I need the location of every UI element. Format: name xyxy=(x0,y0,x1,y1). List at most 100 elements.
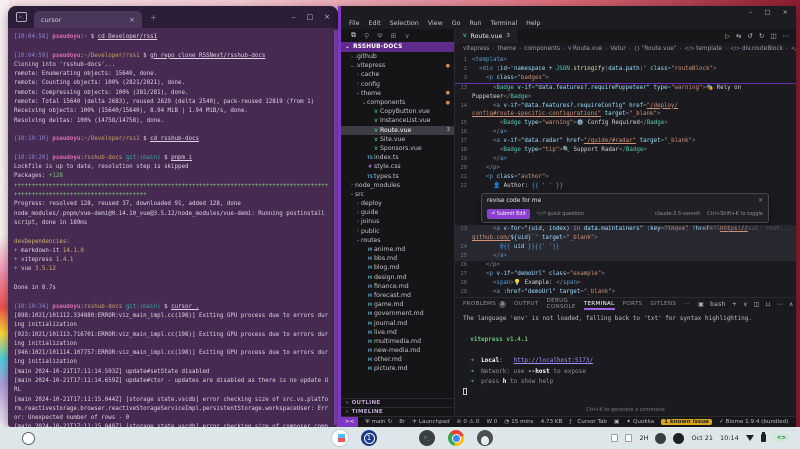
terminal-output[interactable]: [10:04:58] pseudoyu:~ $ cd Developer/rss… xyxy=(8,28,338,427)
tree-item-site.vue[interactable]: VSite.vue xyxy=(341,135,454,144)
more-actions-icon[interactable]: ⋯ xyxy=(783,32,790,40)
panel-tab-⋯[interactable]: ⋯ xyxy=(684,298,690,310)
panel-tab-terminal[interactable]: TERMINAL xyxy=(584,298,615,310)
cursor-tab[interactable]: Cursor Tab xyxy=(577,419,607,425)
breadcrumb-item[interactable]: components xyxy=(524,46,560,52)
open-changes-icon[interactable]: ⇆ xyxy=(736,32,741,40)
w-counter[interactable]: W 0 xyxy=(486,419,497,425)
tree-item-government.md[interactable]: Mgovernment.md xyxy=(341,309,454,318)
menu-edit[interactable]: Edit xyxy=(369,20,381,27)
tree-item-style.css[interactable]: #style.css xyxy=(341,162,454,171)
breadcrumb-item[interactable]: V Route.vue xyxy=(568,46,602,52)
terminal-dropdown-icon[interactable]: ∨ xyxy=(743,301,748,308)
tab-route-vue[interactable]: V Route.vue 3 xyxy=(455,29,519,43)
source-control-icon[interactable]: Ψ xyxy=(377,32,383,40)
forward-icon[interactable]: ↻ xyxy=(759,32,764,40)
problems-summary[interactable]: ⊘0⚠0 xyxy=(457,419,480,425)
breadcrumb-item[interactable]: </> div.routeBlock xyxy=(730,46,783,52)
panel-tab-output[interactable]: OUTPUT xyxy=(514,298,539,310)
tree-item-src[interactable]: ⌄src xyxy=(341,190,454,199)
menu-view[interactable]: View xyxy=(428,20,443,27)
tree-item-journal.md[interactable]: Mjournal.md xyxy=(341,318,454,327)
submit-edit-button[interactable]: ⏎ Submit Edit xyxy=(487,209,530,220)
launcher-button[interactable] xyxy=(22,432,35,445)
explorer-root[interactable]: ⌄ RSSHUB-DOCS xyxy=(341,42,454,52)
terminal-app-icon[interactable]: >_ xyxy=(419,430,435,446)
tree-item-guide[interactable]: ›guide xyxy=(341,208,454,217)
tree-item-index.ts[interactable]: TSindex.ts xyxy=(341,153,454,162)
menu-run[interactable]: Run xyxy=(469,20,481,27)
files-app-icon[interactable] xyxy=(390,430,406,446)
tree-item-game.md[interactable]: Mgame.md xyxy=(341,300,454,309)
split-terminal-icon[interactable]: ◫ xyxy=(754,301,760,308)
notification-icon[interactable] xyxy=(625,434,632,442)
chevron-down-icon[interactable]: ∨ xyxy=(405,32,410,40)
back-icon[interactable]: ↺ xyxy=(747,32,752,40)
tree-item-routes[interactable]: ⌄routes xyxy=(341,236,454,245)
tree-item-types.ts[interactable]: TStypes.ts xyxy=(341,171,454,180)
size-indicator[interactable]: 4.73 KB xyxy=(541,419,563,425)
linux-penguin-icon[interactable] xyxy=(477,430,493,446)
tree-item-sponsors.vue[interactable]: VSponsors.vue xyxy=(341,144,454,153)
1password-icon[interactable]: 1 xyxy=(361,430,377,446)
explorer-icon[interactable]: ⧉ xyxy=(351,31,356,40)
panel-tab-gitlens[interactable]: GITLENS xyxy=(650,298,676,310)
gitlens-counter[interactable]: 8r xyxy=(399,419,405,425)
tree-item-forecast.md[interactable]: Mforecast.md xyxy=(341,291,454,300)
breadcrumb-item[interactable]: {} "Route.vue" xyxy=(634,46,677,52)
minimize-icon[interactable]: – xyxy=(292,13,296,21)
breadcrumb-item[interactable]: vitepress xyxy=(463,46,489,52)
menu-terminal[interactable]: Terminal xyxy=(491,20,518,27)
app-notification-icon[interactable] xyxy=(655,433,666,444)
close-icon[interactable]: × xyxy=(758,197,763,206)
breadcrumb-item[interactable]: </> p.author xyxy=(791,46,796,52)
screencast-icon-item[interactable]: ▣ xyxy=(614,419,619,425)
split-editor-icon[interactable]: ◫ xyxy=(770,32,776,40)
shell-selector[interactable]: bash xyxy=(710,301,726,308)
tree-item-deploy[interactable]: ›deploy xyxy=(341,199,454,208)
tree-item-config[interactable]: ›config xyxy=(341,80,454,89)
menu-selection[interactable]: Selection xyxy=(390,20,419,27)
tree-item-design.md[interactable]: Mdesign.md xyxy=(341,273,454,282)
tree-item-public[interactable]: ›public xyxy=(341,227,454,236)
tree-item-node_modules[interactable]: ›node_modules xyxy=(341,181,454,190)
remote-indicator[interactable]: >< xyxy=(341,417,358,427)
breadcrumb-item[interactable]: theme xyxy=(497,46,516,52)
more-icon[interactable]: ⋯ xyxy=(777,301,783,308)
panel-tab-debug-console[interactable]: DEBUG CONSOLE xyxy=(547,298,576,310)
code-editor[interactable]: 1<template>2 <div :id="namespace + JSON.… xyxy=(455,54,796,297)
tree-item-picture.md[interactable]: Mpicture.md xyxy=(341,364,454,373)
tree-item-new-media.md[interactable]: Mnew-media.md xyxy=(341,346,454,355)
tree-item-blog.md[interactable]: Mblog.md xyxy=(341,263,454,272)
tree-item-cache[interactable]: ›cache xyxy=(341,70,454,79)
terminal-tab[interactable]: cursor × xyxy=(34,11,142,28)
integrated-terminal[interactable]: The language 'env' is not loaded, fallin… xyxy=(455,310,796,407)
git-branch[interactable]: Ψmain↻ xyxy=(365,419,392,425)
launchpad[interactable]: ✈Launchpad xyxy=(412,419,449,425)
known-issue[interactable]: 1 known issue xyxy=(661,419,712,425)
time-tracker[interactable]: ◔15 mins xyxy=(504,419,533,425)
new-tab-icon[interactable]: + xyxy=(150,13,157,22)
tree-item-bbs.md[interactable]: Mbbs.md xyxy=(341,254,454,263)
close-icon[interactable]: × xyxy=(783,8,788,16)
inline-edit-input[interactable]: revise code for me xyxy=(487,197,541,206)
app-notification-icon[interactable] xyxy=(673,433,684,444)
tree-item-copybutton.vue[interactable]: VCopyButton.vue xyxy=(341,107,454,116)
tree-item-.github[interactable]: ›.github xyxy=(341,52,454,61)
menu-file[interactable]: File xyxy=(349,20,360,27)
section-timeline[interactable]: ›TIMELINE xyxy=(341,407,454,416)
maximize-panel-icon[interactable]: ∧ xyxy=(789,301,794,308)
maximize-icon[interactable]: □ xyxy=(764,8,770,16)
fn-indicator[interactable]: ƒ xyxy=(569,419,571,425)
model-selector[interactable]: claude-3.5-sonnet xyxy=(655,210,700,219)
minimize-icon[interactable]: – xyxy=(749,8,752,16)
tree-item-theme[interactable]: ⌄theme● xyxy=(341,89,454,98)
tree-item-instancelist.vue[interactable]: VInstanceList.vue xyxy=(341,116,454,125)
new-terminal-icon[interactable]: + xyxy=(732,301,737,308)
tree-item-anime.md[interactable]: Manime.md xyxy=(341,245,454,254)
tree-item-multimedia.md[interactable]: Mmultimedia.md xyxy=(341,337,454,346)
kill-terminal-icon[interactable]: ⊔ xyxy=(766,301,771,308)
system-tray[interactable]: 2H Oct 21 10:14 <> xyxy=(611,433,790,444)
biome[interactable]: ✓Biome 1.9.4 (bundled) xyxy=(719,419,788,425)
menu-go[interactable]: Go xyxy=(452,20,461,27)
